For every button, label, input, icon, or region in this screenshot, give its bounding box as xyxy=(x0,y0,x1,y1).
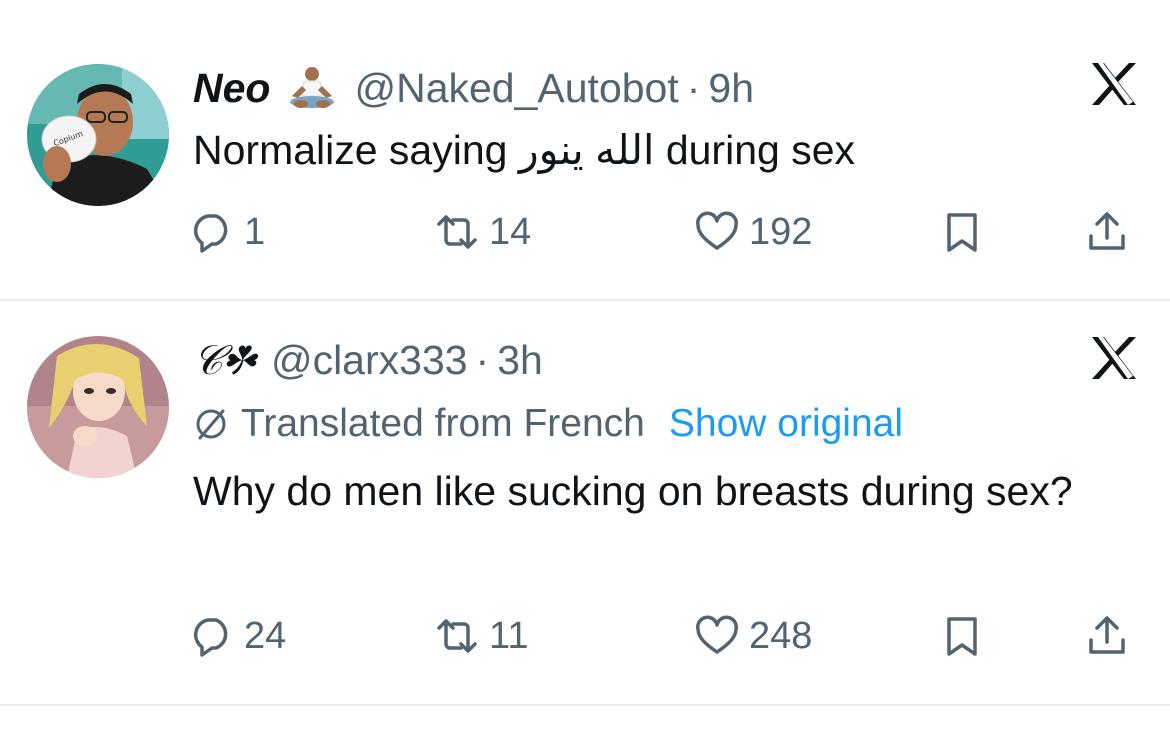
handle[interactable]: @clarx333 xyxy=(271,336,468,384)
retweet-button[interactable]: 11 xyxy=(435,608,528,664)
share-button[interactable] xyxy=(1085,608,1129,664)
separator-dot: · xyxy=(475,337,490,383)
reply-count: 24 xyxy=(244,614,287,657)
tweet-header: 𝒞☘ @clarx333 · 3h xyxy=(193,336,543,384)
like-button[interactable]: 248 xyxy=(695,608,812,664)
divider xyxy=(0,704,1170,706)
translation-notice: Translated from French Show original xyxy=(193,399,903,449)
action-bar: 24 11 248 xyxy=(190,608,1150,664)
show-original-link[interactable]: Show original xyxy=(669,399,903,449)
retweet-count: 11 xyxy=(489,614,529,657)
retweet-icon xyxy=(437,619,477,653)
bookmark-button[interactable] xyxy=(940,608,984,664)
retweet-count: 14 xyxy=(489,210,532,253)
tweet-1[interactable]: Copium Neo @Naked_Autobot · 9h Normalize… xyxy=(0,0,1170,300)
reply-count: 1 xyxy=(244,210,266,253)
avatar-image xyxy=(27,336,169,478)
display-name[interactable]: Neo xyxy=(193,64,270,112)
separator-dot: · xyxy=(686,65,701,111)
avatar-image: Copium xyxy=(27,64,169,206)
reply-icon xyxy=(193,618,228,657)
bookmark-icon xyxy=(947,617,977,656)
tweet-text: Why do men like sucking on breasts durin… xyxy=(193,468,1073,514)
action-bar: 1 14 192 xyxy=(190,204,1150,260)
bookmark-icon xyxy=(947,213,977,252)
tweet-2[interactable]: 𝒞☘ @clarx333 · 3h Translated from French… xyxy=(0,301,1170,704)
translate-icon xyxy=(196,409,226,440)
like-count: 248 xyxy=(749,614,813,657)
like-icon xyxy=(696,615,738,654)
share-icon xyxy=(1089,616,1125,654)
translated-label: Translated from French xyxy=(241,402,645,445)
reply-button[interactable]: 24 xyxy=(190,608,286,664)
person-in-lotus-position-emoji-icon xyxy=(284,64,340,112)
share-button[interactable] xyxy=(1085,204,1129,260)
tweet-text: Normalize saying الله ينور during sex xyxy=(193,127,855,173)
bookmark-button[interactable] xyxy=(940,204,984,260)
x-logo-icon[interactable] xyxy=(1088,334,1140,382)
like-count: 192 xyxy=(749,210,813,253)
tweet-header: Neo @Naked_Autobot · 9h xyxy=(193,64,754,112)
timestamp[interactable]: 9h xyxy=(708,64,754,112)
avatar[interactable]: Copium xyxy=(27,64,169,206)
share-icon xyxy=(1089,212,1125,250)
retweet-icon xyxy=(437,215,477,249)
reply-icon xyxy=(193,214,228,253)
timestamp[interactable]: 3h xyxy=(497,336,543,384)
reply-button[interactable]: 1 xyxy=(190,204,265,260)
display-name[interactable]: 𝒞☘ xyxy=(193,336,255,384)
like-button[interactable]: 192 xyxy=(695,204,812,260)
x-logo-icon[interactable] xyxy=(1088,60,1140,108)
avatar[interactable] xyxy=(27,336,169,478)
like-icon xyxy=(696,211,738,250)
handle[interactable]: @Naked_Autobot xyxy=(354,64,678,112)
retweet-button[interactable]: 14 xyxy=(435,204,531,260)
